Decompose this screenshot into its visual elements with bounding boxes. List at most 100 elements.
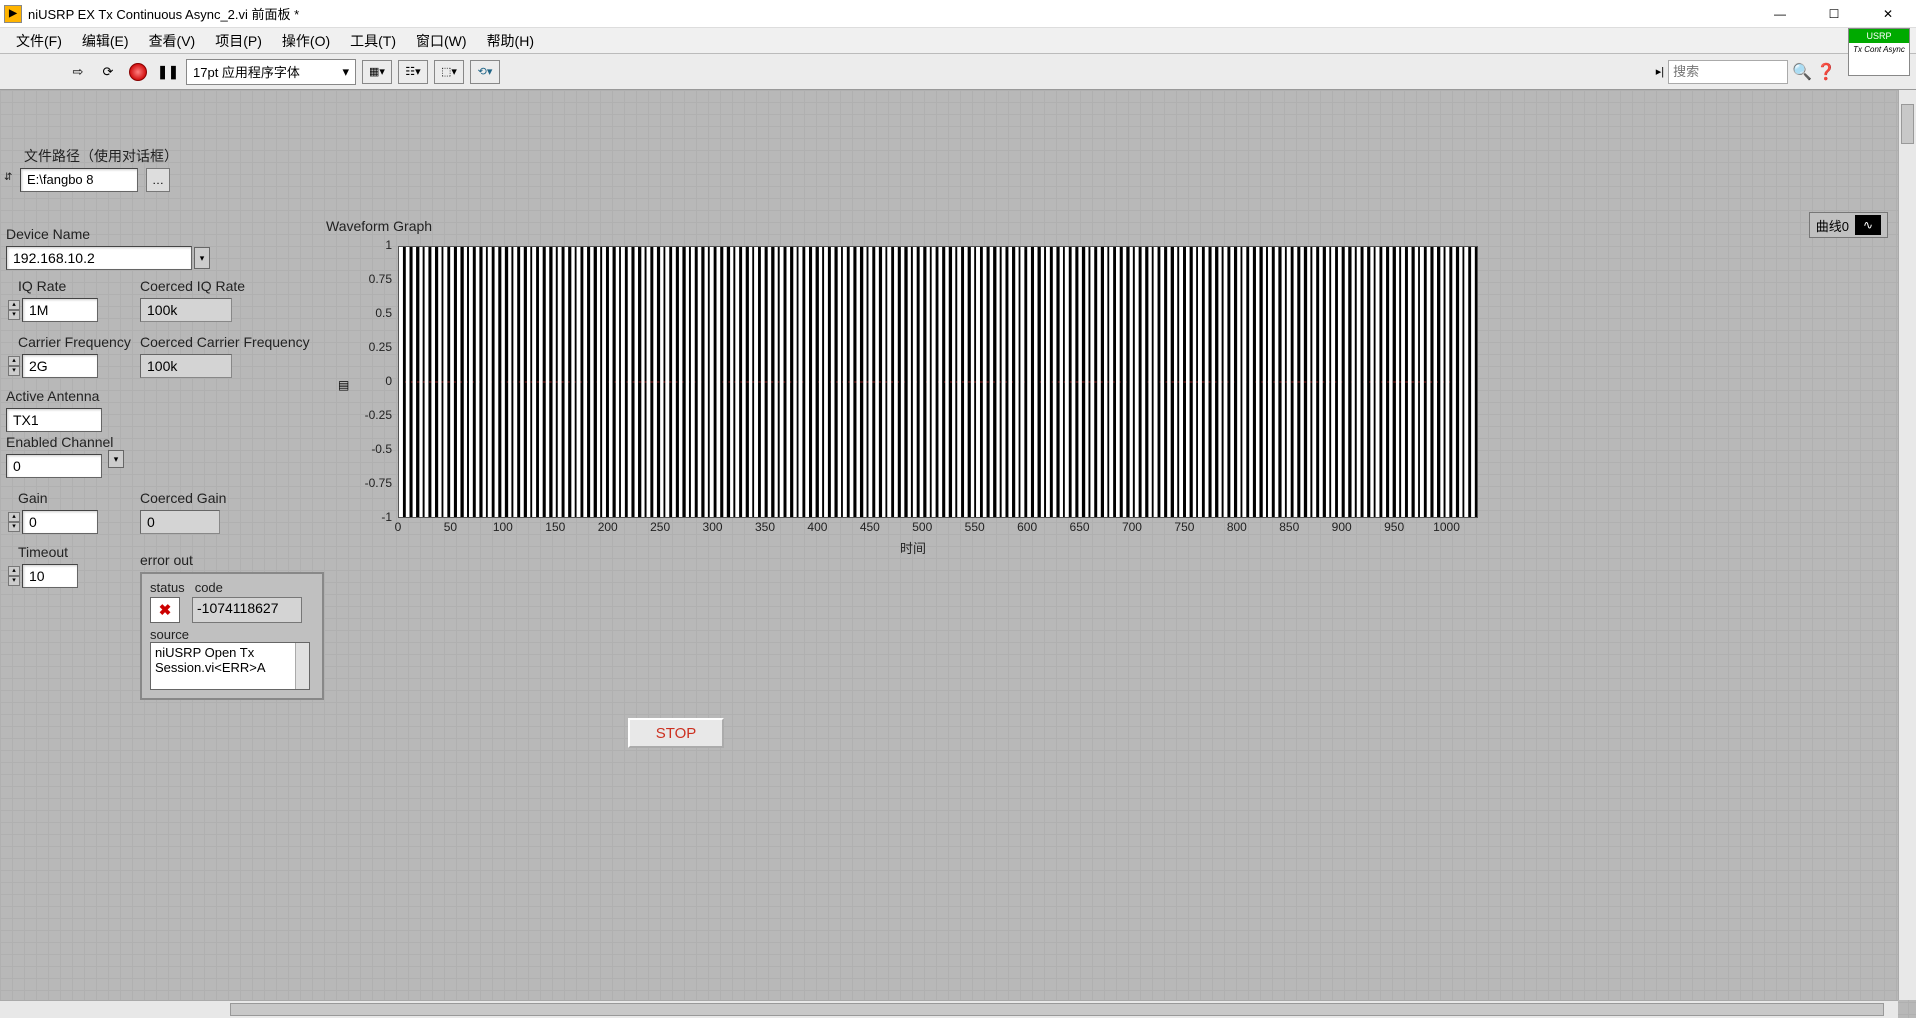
font-selector-label: 17pt 应用程序字体 — [193, 62, 300, 81]
window-title: niUSRP EX Tx Continuous Async_2.vi 前面板 * — [28, 4, 1762, 23]
legend-name: 曲线0 — [1816, 216, 1849, 235]
timeout-spin[interactable]: ▴▾ — [8, 566, 20, 586]
vi-icon-top: USRP — [1849, 29, 1909, 43]
file-browse-button[interactable]: … — [146, 168, 170, 192]
resize-dropdown[interactable]: ⬚▾ — [434, 60, 464, 84]
window-buttons: — ☐ ✕ — [1762, 3, 1912, 25]
menu-tools[interactable]: 工具(T) — [340, 29, 406, 53]
error-source-label: source — [150, 627, 314, 642]
graph-xaxis-label: 时间 — [900, 538, 926, 557]
font-selector[interactable]: 17pt 应用程序字体 ▾ — [186, 59, 356, 85]
timeout-input[interactable]: 10 — [22, 564, 78, 588]
run-continuous-button[interactable]: ⟳ — [96, 60, 120, 84]
x-tick-label: 600 — [1013, 520, 1041, 534]
pause-button[interactable]: ❚❚ — [156, 60, 180, 84]
maximize-button[interactable]: ☐ — [1816, 3, 1852, 25]
minimize-button[interactable]: — — [1762, 3, 1798, 25]
align-dropdown[interactable]: ▦▾ — [362, 60, 392, 84]
graph-palette-icon[interactable]: ▤ — [338, 378, 349, 392]
x-tick-label: 50 — [436, 520, 464, 534]
menubar: 文件(F) 编辑(E) 查看(V) 项目(P) 操作(O) 工具(T) 窗口(W… — [0, 28, 1916, 54]
coerced-gain-label: Coerced Gain — [140, 490, 226, 506]
menu-window[interactable]: 窗口(W) — [406, 29, 477, 53]
front-panel-canvas[interactable]: 文件路径（使用对话框） E:\fangbo 8 … ⇵ Device Name … — [0, 90, 1916, 1018]
timeout-label: Timeout — [18, 544, 68, 560]
file-path-input[interactable]: E:\fangbo 8 — [20, 168, 138, 192]
vi-icon-badge[interactable]: USRP Tx Cont Async — [1848, 28, 1910, 76]
coerced-carrier-freq-output: 100k — [140, 354, 232, 378]
menu-view[interactable]: 查看(V) — [139, 29, 206, 53]
carrier-freq-spin[interactable]: ▴▾ — [8, 356, 20, 376]
x-tick-label: 1000 — [1433, 520, 1461, 534]
search-input[interactable] — [1668, 60, 1788, 84]
error-out-label: error out — [140, 552, 193, 568]
device-name-label: Device Name — [6, 226, 90, 242]
close-button[interactable]: ✕ — [1870, 3, 1906, 25]
menu-project[interactable]: 项目(P) — [205, 29, 272, 53]
coerced-iq-rate-label: Coerced IQ Rate — [140, 278, 245, 294]
horizontal-scrollbar[interactable] — [0, 1000, 1898, 1018]
x-tick-label: 350 — [751, 520, 779, 534]
enabled-channel-input[interactable]: 0 — [6, 454, 102, 478]
menu-help[interactable]: 帮助(H) — [477, 29, 544, 53]
vertical-scrollbar[interactable] — [1898, 90, 1916, 1000]
graph-legend[interactable]: 曲线0 ∿ — [1809, 212, 1888, 238]
x-tick-label: 150 — [541, 520, 569, 534]
error-source-text: niUSRP Open Tx Session.vi<ERR>A — [155, 645, 266, 675]
menu-edit[interactable]: 编辑(E) — [72, 29, 139, 53]
chevron-down-icon: ▾ — [342, 64, 349, 80]
gain-input[interactable]: 0 — [22, 510, 98, 534]
graph-plot-area[interactable] — [398, 246, 1478, 518]
active-antenna-label: Active Antenna — [6, 388, 99, 404]
distribute-dropdown[interactable]: ☷▾ — [398, 60, 428, 84]
y-tick-label: -0.5 — [340, 442, 392, 456]
stop-button[interactable]: STOP — [628, 718, 724, 748]
x-tick-label: 500 — [908, 520, 936, 534]
error-out-cluster: status code ✖ -1074118627 source niUSRP … — [140, 572, 324, 700]
error-source-output[interactable]: niUSRP Open Tx Session.vi<ERR>A — [150, 642, 310, 690]
graph-svg — [399, 247, 1477, 517]
x-tick-label: 0 — [384, 520, 412, 534]
enabled-channel-dropdown[interactable]: ▾ — [108, 450, 124, 468]
coerced-iq-rate-output: 100k — [140, 298, 232, 322]
file-path-label: 文件路径（使用对话框） — [24, 146, 178, 166]
x-tick-label: 100 — [489, 520, 517, 534]
iq-rate-spin[interactable]: ▴▾ — [8, 300, 20, 320]
error-code-label: code — [195, 580, 223, 595]
iq-rate-input[interactable]: 1M — [22, 298, 98, 322]
help-icon[interactable]: ❓ — [1816, 62, 1836, 82]
error-code-output: -1074118627 — [192, 597, 302, 623]
labview-logo-icon: ▶ — [4, 5, 22, 23]
stop-button-label: STOP — [656, 725, 697, 742]
x-tick-label: 650 — [1066, 520, 1094, 534]
search-arrow-icon: ▸| — [1656, 65, 1664, 78]
run-button[interactable]: ⇨ — [66, 60, 90, 84]
coerced-gain-output: 0 — [140, 510, 220, 534]
device-name-dropdown-arrow[interactable]: ▾ — [194, 247, 210, 269]
error-status-indicator: ✖ — [150, 597, 180, 623]
error-status-label: status — [150, 580, 185, 595]
y-tick-label: 0.5 — [340, 306, 392, 320]
reorder-dropdown[interactable]: ⟲▾ — [470, 60, 500, 84]
gain-spin[interactable]: ▴▾ — [8, 512, 20, 532]
x-tick-label: 250 — [646, 520, 674, 534]
error-source-scrollbar[interactable] — [295, 643, 309, 689]
carrier-freq-label: Carrier Frequency — [18, 334, 131, 350]
waveform-graph[interactable]: -1-0.75-0.5-0.2500.250.50.751 ▤ 05010015… — [340, 240, 1490, 560]
menu-operate[interactable]: 操作(O) — [272, 29, 340, 53]
y-tick-label: -0.75 — [340, 476, 392, 490]
toolbar: ⇨ ⟳ ❚❚ 17pt 应用程序字体 ▾ ▦▾ ☷▾ ⬚▾ ⟲▾ ▸| 🔍 ❓ … — [0, 54, 1916, 90]
carrier-freq-input[interactable]: 2G — [22, 354, 98, 378]
active-antenna-input[interactable]: TX1 — [6, 408, 102, 432]
menu-file[interactable]: 文件(F) — [6, 29, 72, 53]
x-tick-label: 700 — [1118, 520, 1146, 534]
device-name-input[interactable]: 192.168.10.2 — [6, 246, 192, 270]
abort-button[interactable] — [126, 60, 150, 84]
graph-title: Waveform Graph — [326, 218, 432, 234]
enabled-channel-label: Enabled Channel — [6, 434, 113, 450]
titlebar: ▶ niUSRP EX Tx Continuous Async_2.vi 前面板… — [0, 0, 1916, 28]
x-tick-label: 300 — [699, 520, 727, 534]
y-tick-label: 0.25 — [340, 340, 392, 354]
search-icon[interactable]: 🔍 — [1792, 62, 1812, 82]
x-tick-label: 900 — [1328, 520, 1356, 534]
